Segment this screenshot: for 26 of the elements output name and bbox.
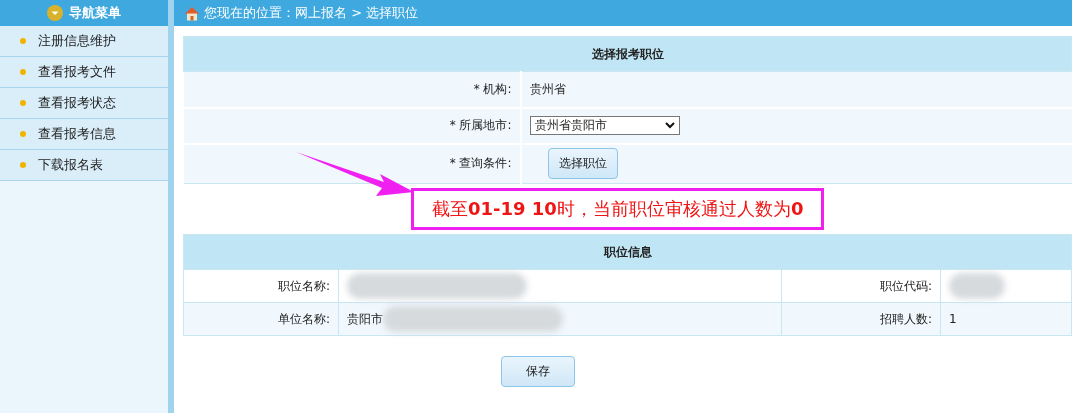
city-dropdown[interactable]: 贵州省贵阳市 xyxy=(529,116,680,135)
redaction-blur xyxy=(949,273,1005,299)
notice-text: 截至01-19 10时，当前职位审核通过人数为0 xyxy=(411,188,825,230)
sidebar-item[interactable]: 下载报名表 xyxy=(0,150,168,181)
field-label: * 所属地市: xyxy=(183,107,521,144)
sidebar-item[interactable]: 查看报考信息 xyxy=(0,119,168,150)
sidebar-item[interactable]: 查看报考文件 xyxy=(0,57,168,88)
field-label: 职位名称: xyxy=(183,269,339,303)
field-value: 贵州省 xyxy=(529,81,566,96)
chevron-down-icon xyxy=(47,5,63,21)
home-icon xyxy=(184,5,200,21)
section-header: 职位信息 xyxy=(183,234,1072,270)
sidebar-item[interactable]: 查看报考状态 xyxy=(0,88,168,119)
save-button[interactable]: 保存 xyxy=(500,356,575,387)
field-value: 1 xyxy=(949,312,957,326)
field-value: 贵阳市 xyxy=(347,310,383,328)
sidebar-title: 导航菜单 xyxy=(69,4,121,22)
breadcrumb-text: 您现在的位置：网上报名 > 选择职位 xyxy=(204,4,419,22)
field-label: 单位名称: xyxy=(183,302,339,336)
chevron-down-icon xyxy=(664,122,675,129)
field-label: 职位代码: xyxy=(781,269,941,303)
field-label: * 机构: xyxy=(183,71,521,108)
section-header: 选择报考职位 xyxy=(183,36,1072,72)
sidebar-item[interactable]: 注册信息维护 xyxy=(0,26,168,57)
field-label: 招聘人数: xyxy=(781,302,941,336)
select-position-button[interactable]: 选择职位 xyxy=(547,148,618,180)
